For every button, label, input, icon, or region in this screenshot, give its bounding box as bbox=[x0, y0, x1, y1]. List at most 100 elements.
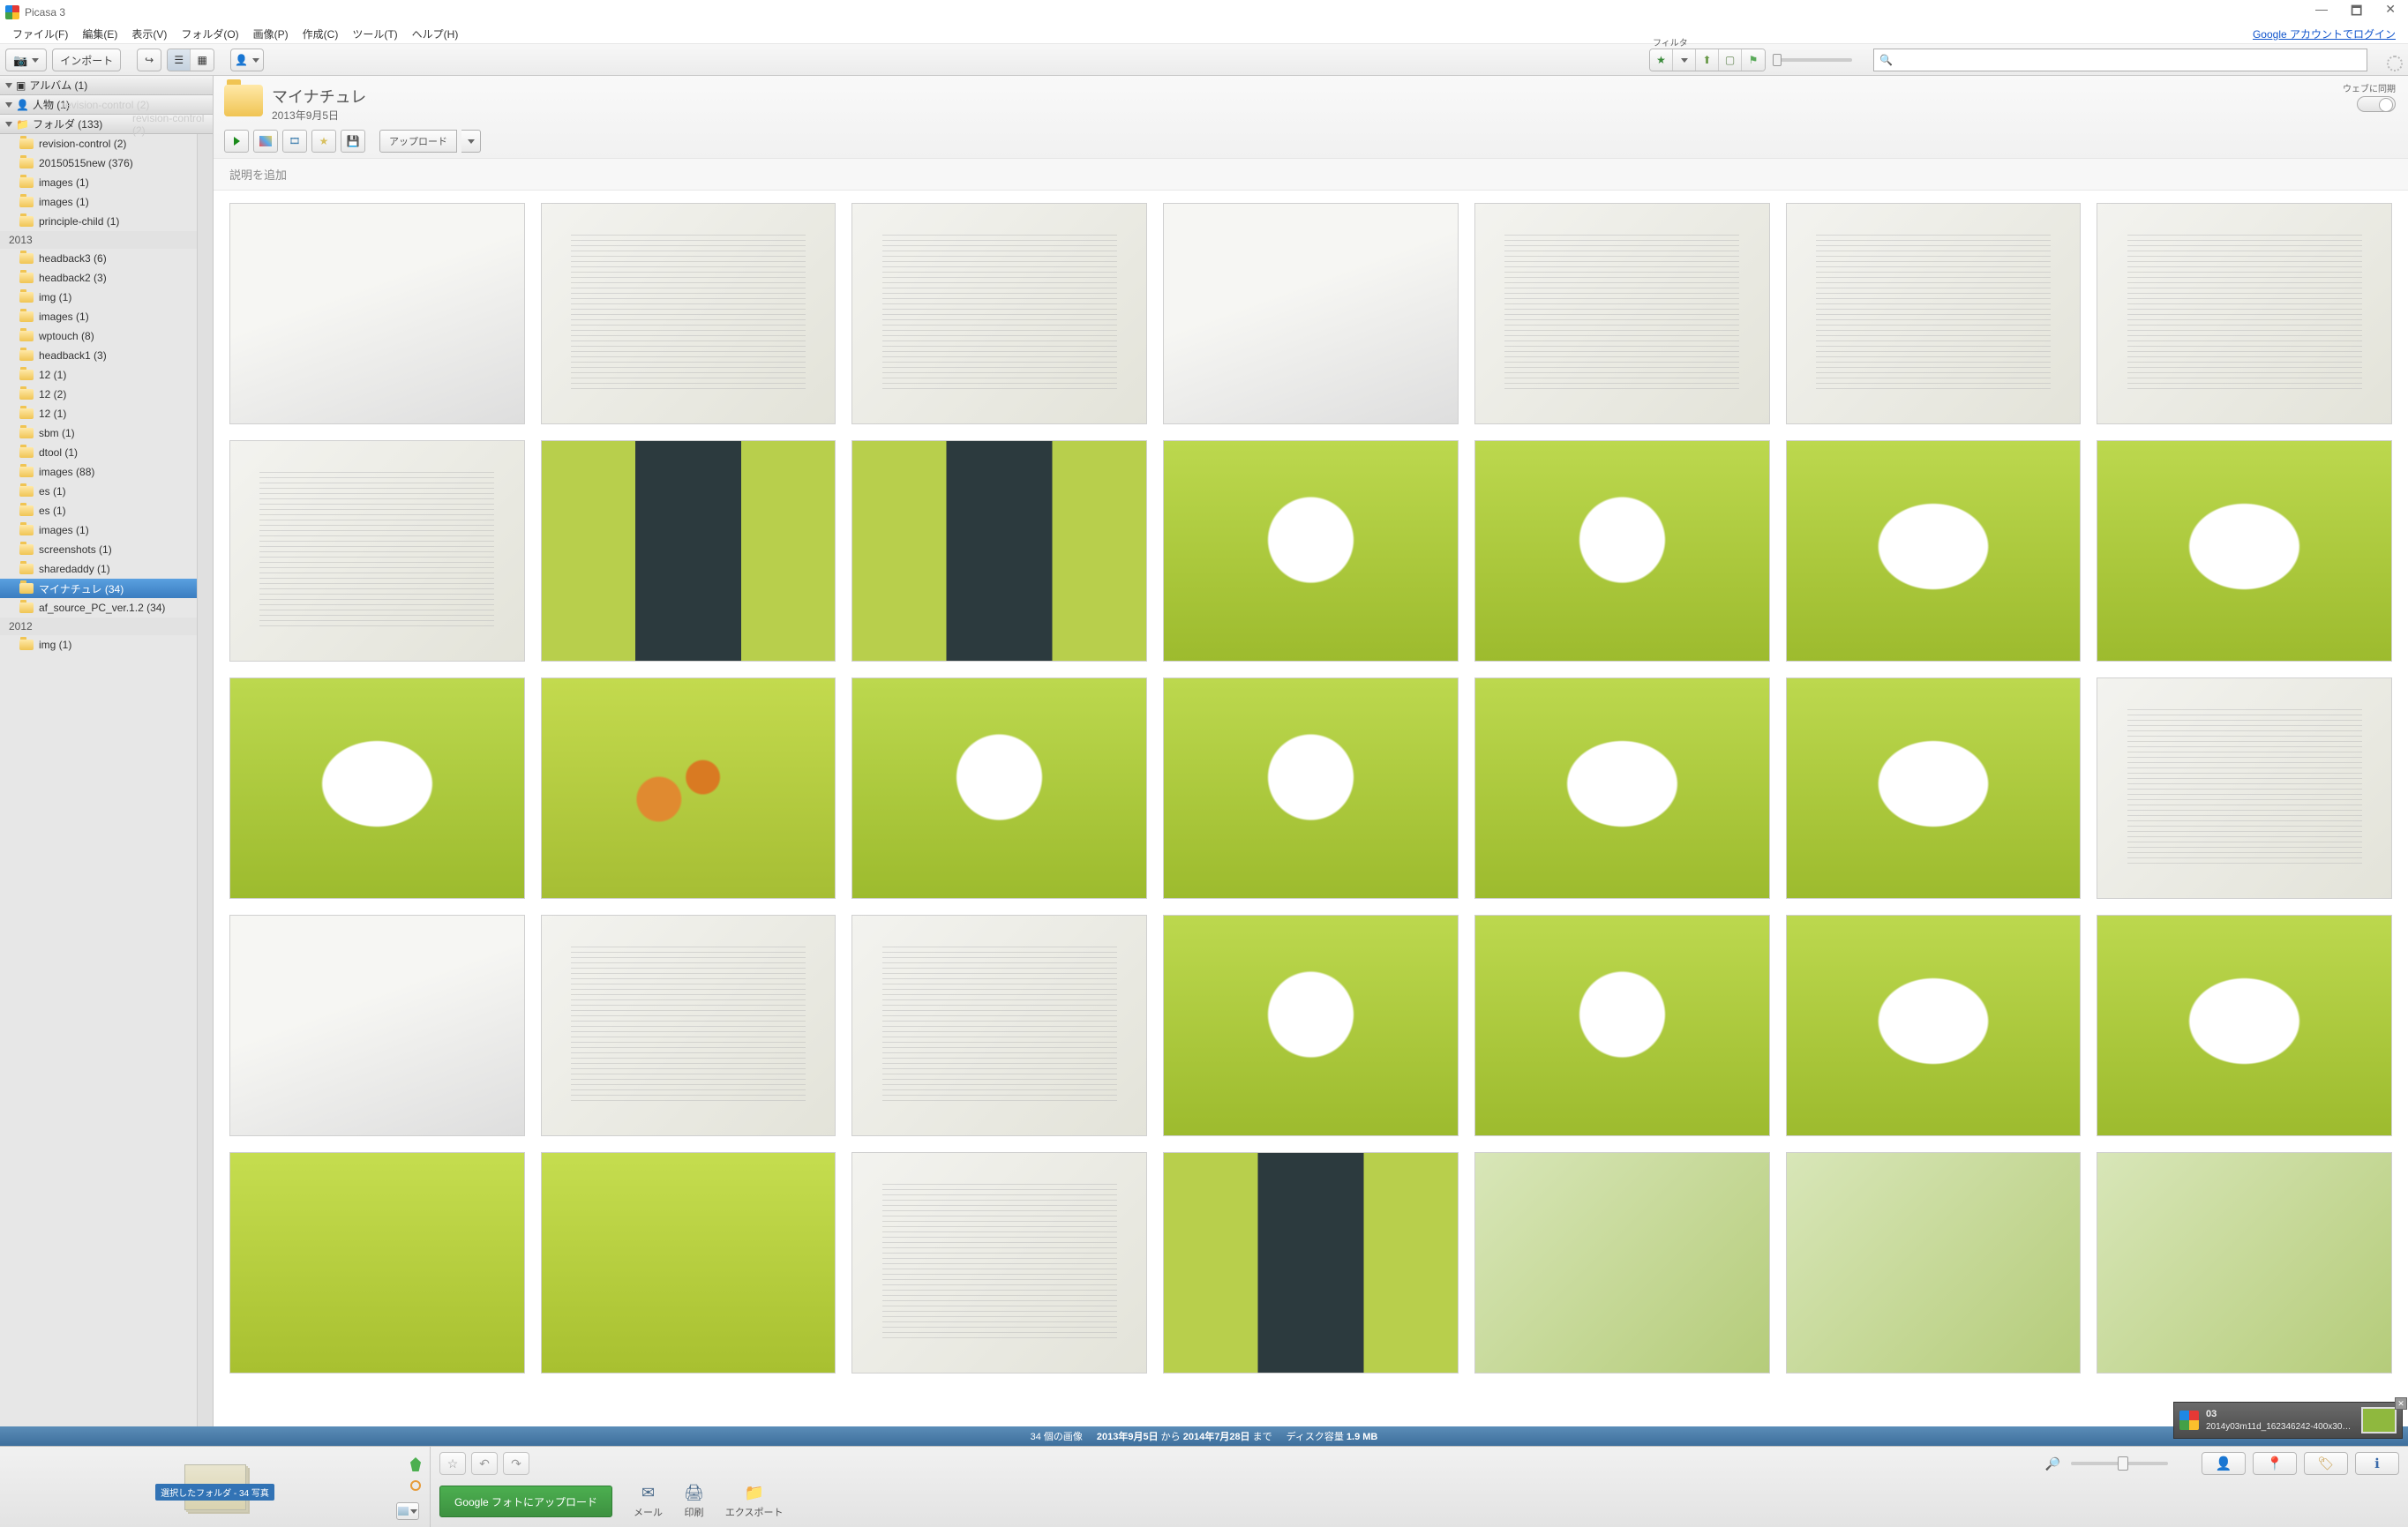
sync-toggle[interactable] bbox=[2357, 96, 2396, 112]
sidebar-folder-item[interactable]: images (1) bbox=[0, 307, 197, 326]
import-source-button[interactable]: 📷 bbox=[5, 49, 47, 71]
tray-dropdown[interactable] bbox=[396, 1502, 419, 1520]
view-list-button[interactable]: ☰ bbox=[168, 49, 191, 71]
thumbnail[interactable] bbox=[1163, 677, 1459, 899]
folder-title[interactable]: マイナチュレ bbox=[272, 85, 366, 108]
sidebar-folder-item[interactable]: images (1) bbox=[0, 173, 197, 192]
sidebar-folder-item[interactable]: sbm (1) bbox=[0, 423, 197, 443]
sidebar-folder-item[interactable]: img (1) bbox=[0, 635, 197, 655]
sidebar-folder-item[interactable]: images (1) bbox=[0, 192, 197, 212]
filter-slider[interactable] bbox=[1773, 58, 1852, 62]
thumbnail[interactable] bbox=[1474, 1152, 1770, 1374]
thumbnail[interactable] bbox=[1163, 915, 1459, 1136]
thumbnail[interactable] bbox=[541, 915, 836, 1136]
filter-face-button[interactable]: ▢ bbox=[1719, 49, 1742, 71]
menu-folder[interactable]: フォルダ(O) bbox=[174, 25, 245, 43]
print-action[interactable]: 🖨 印刷 bbox=[684, 1484, 704, 1519]
filter-star-menu[interactable] bbox=[1673, 49, 1696, 71]
google-login-link[interactable]: Google アカウントでログイン bbox=[2253, 26, 2403, 41]
sidebar-folder-item[interactable]: headback2 (3) bbox=[0, 268, 197, 288]
zoom-slider-handle[interactable] bbox=[2118, 1456, 2128, 1471]
thumbnail[interactable] bbox=[541, 677, 836, 899]
thumbnail[interactable] bbox=[851, 1152, 1147, 1374]
thumbnail[interactable] bbox=[1474, 203, 1770, 424]
filter-slider-handle[interactable] bbox=[1773, 54, 1782, 66]
sidebar-folder-item[interactable]: マイナチュレ (34) bbox=[0, 579, 197, 598]
pin-icon[interactable] bbox=[410, 1457, 421, 1471]
star-button[interactable]: ★ bbox=[311, 130, 336, 153]
thumbnail[interactable] bbox=[229, 677, 525, 899]
google-photos-upload-button[interactable]: Google フォトにアップロード bbox=[439, 1486, 612, 1517]
sidebar-folder-item[interactable]: dtool (1) bbox=[0, 443, 197, 462]
export-action[interactable]: 📁 エクスポート bbox=[725, 1484, 784, 1519]
star-mini-button[interactable]: ☆ bbox=[439, 1452, 466, 1475]
import-button[interactable]: インポート bbox=[52, 49, 121, 71]
sidebar-folder-item[interactable]: 12 (2) bbox=[0, 385, 197, 404]
sidebar-folder-item[interactable]: 12 (1) bbox=[0, 404, 197, 423]
sidebar-folder-item[interactable]: revision-control (2) bbox=[0, 134, 197, 153]
thumbnail[interactable] bbox=[851, 915, 1147, 1136]
thumbnail[interactable] bbox=[2097, 203, 2392, 424]
sidebar-folder-item[interactable]: headback3 (6) bbox=[0, 249, 197, 268]
filter-star-button[interactable]: ★ bbox=[1650, 49, 1673, 71]
zoom-slider[interactable] bbox=[2071, 1462, 2168, 1465]
thumbnail[interactable] bbox=[1163, 203, 1459, 424]
sidebar-folder-item[interactable]: sharedaddy (1) bbox=[0, 559, 197, 579]
thumbnail[interactable] bbox=[1786, 440, 2082, 662]
filter-upload-button[interactable]: ⬆ bbox=[1696, 49, 1719, 71]
rotate-left-button[interactable]: ↶ bbox=[471, 1452, 498, 1475]
thumbnail[interactable] bbox=[851, 203, 1147, 424]
rotate-right-button[interactable]: ↷ bbox=[503, 1452, 529, 1475]
zoom-out-icon[interactable]: 🔎 bbox=[2045, 1456, 2060, 1471]
thumbnail[interactable] bbox=[1786, 1152, 2082, 1374]
play-slideshow-button[interactable] bbox=[224, 130, 249, 153]
thumbnail[interactable] bbox=[1474, 677, 1770, 899]
sidebar-tree[interactable]: revision-control (2)20150515new (376)ima… bbox=[0, 134, 197, 1426]
sidebar-folder-item[interactable]: headback1 (3) bbox=[0, 346, 197, 365]
info-button[interactable]: ℹ bbox=[2355, 1452, 2399, 1475]
thumbnail[interactable] bbox=[2097, 677, 2392, 899]
thumbnail[interactable] bbox=[1474, 440, 1770, 662]
sidebar-folder-item[interactable]: 20150515new (376) bbox=[0, 153, 197, 173]
thumbnail[interactable] bbox=[851, 440, 1147, 662]
search-box[interactable]: 🔍 bbox=[1873, 49, 2367, 71]
upload-button[interactable]: アップロード bbox=[379, 130, 457, 153]
clear-tray-icon[interactable] bbox=[410, 1480, 421, 1491]
thumbnail[interactable] bbox=[229, 1152, 525, 1374]
thumbnail[interactable] bbox=[229, 915, 525, 1136]
menu-image[interactable]: 画像(P) bbox=[246, 25, 296, 43]
save-button[interactable]: 💾 bbox=[341, 130, 365, 153]
thumbnail[interactable] bbox=[2097, 915, 2392, 1136]
thumbnail[interactable] bbox=[2097, 440, 2392, 662]
collage-button[interactable] bbox=[253, 130, 278, 153]
thumbnail[interactable] bbox=[541, 203, 836, 424]
view-grid-button[interactable]: ▦ bbox=[191, 49, 214, 71]
thumbnail[interactable] bbox=[541, 1152, 836, 1374]
description-input[interactable]: 説明を追加 bbox=[214, 159, 2408, 191]
menu-edit[interactable]: 編集(E) bbox=[75, 25, 124, 43]
sidebar-folder-item[interactable]: principle-child (1) bbox=[0, 212, 197, 231]
thumbnail[interactable] bbox=[2097, 1152, 2392, 1374]
thumbnail[interactable] bbox=[541, 440, 836, 662]
sidebar-folder-item[interactable]: 12 (1) bbox=[0, 365, 197, 385]
close-button[interactable]: ✕ bbox=[2385, 2, 2396, 23]
menu-view[interactable]: 表示(V) bbox=[124, 25, 174, 43]
sidebar-overview-scrollbar[interactable] bbox=[197, 134, 213, 1426]
notification-close-button[interactable]: ✕ bbox=[2395, 1397, 2407, 1410]
maximize-button[interactable]: 🗖 bbox=[2351, 2, 2362, 23]
sidebar-header-people[interactable]: 👤 人物 (1) revision-control (2) bbox=[0, 95, 213, 115]
mail-action[interactable]: ✉ メール bbox=[634, 1484, 663, 1519]
menu-tools[interactable]: ツール(T) bbox=[345, 25, 404, 43]
thumbnail[interactable] bbox=[1786, 915, 2082, 1136]
search-input[interactable] bbox=[1896, 54, 2361, 66]
tag-people-button[interactable]: 👤 bbox=[2202, 1452, 2246, 1475]
thumbnail[interactable] bbox=[1786, 203, 2082, 424]
minimize-button[interactable]: — bbox=[2315, 2, 2328, 23]
geotag-button[interactable]: 📍 bbox=[2253, 1452, 2297, 1475]
sidebar-folder-item[interactable]: images (88) bbox=[0, 462, 197, 482]
sidebar-folder-item[interactable]: es (1) bbox=[0, 482, 197, 501]
photo-tray[interactable]: 選択したフォルダ - 34 写真 bbox=[0, 1447, 431, 1527]
tags-button[interactable]: 🏷 bbox=[2304, 1452, 2348, 1475]
menu-help[interactable]: ヘルプ(H) bbox=[405, 25, 466, 43]
thumbnail[interactable] bbox=[229, 203, 525, 424]
